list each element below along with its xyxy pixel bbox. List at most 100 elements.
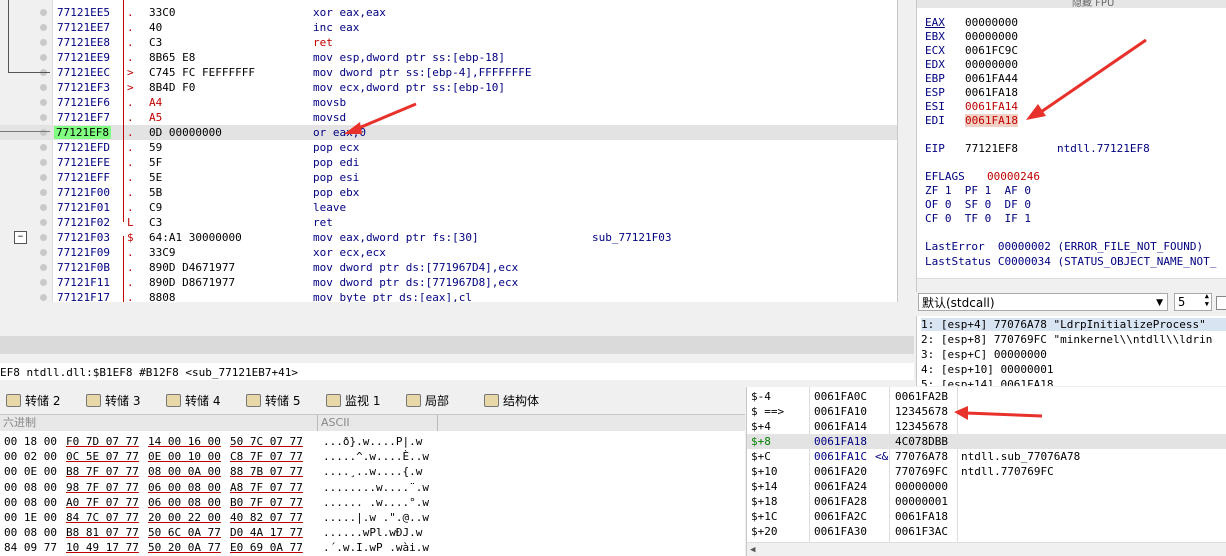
hex-cell[interactable]: B0 7F 07 77	[230, 496, 303, 509]
hex-cell[interactable]: F0 7D 07 77	[66, 435, 139, 448]
stack-hscrollbar[interactable]: ◀	[747, 542, 1226, 556]
breakpoint-dot-icon[interactable]	[40, 99, 47, 106]
hex-cell[interactable]: 88 7B 07 77	[230, 465, 303, 478]
instruction-text[interactable]: movsb	[313, 96, 346, 109]
stack-value[interactable]: 770769FC	[895, 465, 948, 478]
instruction-text[interactable]: pop esi	[313, 171, 359, 184]
stack-address[interactable]: 0061FA2C	[814, 510, 867, 523]
instruction-bytes[interactable]: 33C9	[149, 246, 176, 259]
tab-dump-7[interactable]: 结构体	[484, 391, 539, 411]
breakpoint-dot-icon[interactable]	[40, 144, 47, 151]
stack-address[interactable]: 0061FA18	[814, 435, 867, 448]
stack-address[interactable]: 0061FA20	[814, 465, 867, 478]
dump-row[interactable]: 00 0E 00 B8 7F 07 77 08 00 0A 00 88 7B 07 7…	[0, 464, 745, 479]
stack-value[interactable]: 4C078DBB	[895, 435, 948, 448]
argument-row[interactable]: 2: [esp+8] 770769FC "minkernel\\ntdll\\l…	[921, 333, 1212, 346]
instruction-address[interactable]: 77121EFD	[57, 141, 110, 154]
hex-cell[interactable]: 40 82 07 77	[230, 511, 303, 524]
instruction-address[interactable]: 77121F0B	[57, 261, 110, 274]
stack-value[interactable]: 0061F3AC	[895, 525, 948, 538]
flags-row[interactable]: ZF 1 PF 1 AF 0	[925, 184, 1031, 197]
calling-convention-select[interactable]: 默认(stdcall) ▼	[918, 293, 1168, 311]
instruction-text[interactable]: mov dword ptr ds:[771967D4],ecx	[313, 261, 518, 274]
lock-checkbox[interactable]	[1216, 296, 1226, 310]
instruction-bytes[interactable]: C3	[149, 216, 162, 229]
hex-cell[interactable]: 06 00 08 00	[148, 496, 221, 509]
registers-header[interactable]: 隐藏 FPU	[917, 0, 1226, 9]
instruction-bytes[interactable]: 0D 00000000	[149, 126, 222, 139]
instruction-bytes[interactable]: 8B4D F0	[149, 81, 195, 94]
eflags-value[interactable]: 00000246	[987, 170, 1040, 183]
disasm-row[interactable]: 77121F01. C9 leave	[0, 200, 897, 215]
instruction-text[interactable]: movsd	[313, 111, 346, 124]
instruction-bytes[interactable]: 890D D8671977	[149, 276, 235, 289]
ascii-cell[interactable]: ...... .w....°.w	[323, 496, 429, 509]
breakpoint-dot-icon[interactable]	[40, 234, 47, 241]
hex-cell[interactable]: B8 81 07 77	[66, 526, 139, 539]
stack-row[interactable]: $+1C 0061FA2C 0061FA18	[747, 509, 1226, 524]
instruction-address[interactable]: 77121EFE	[57, 156, 110, 169]
breakpoint-dot-icon[interactable]	[40, 24, 47, 31]
stack-pane[interactable]: $-4 0061FA0C 0061FA2B $ ==> 0061FA10 12345678…	[746, 387, 1226, 556]
instruction-bytes[interactable]: C745 FC FEFFFFFF	[149, 66, 255, 79]
dump-row[interactable]: 00 08 00 B8 81 07 77 50 6C 0A 77 D0 4A 17 7…	[0, 525, 745, 540]
instruction-address[interactable]: 77121EFF	[57, 171, 110, 184]
instruction-text[interactable]: mov eax,dword ptr fs:[30]	[313, 231, 479, 244]
breakpoint-dot-icon[interactable]	[40, 159, 47, 166]
ascii-cell[interactable]: ........w....¨.w	[323, 481, 429, 494]
instruction-text[interactable]: mov byte ptr ds:[eax],cl	[313, 291, 472, 302]
register-value[interactable]: 00000000	[965, 30, 1018, 43]
instruction-bytes[interactable]: 33C0	[149, 6, 176, 19]
ascii-cell[interactable]: .....^.w....È..w	[323, 450, 429, 463]
arg-count-stepper[interactable]: 5 ▲ ▼	[1174, 292, 1212, 311]
memory-dump-pane[interactable]: 六进制 ASCII 00 18 00 F0 7D 07 77 14 00 16 00…	[0, 415, 745, 556]
dump-row[interactable]: 00 08 00 A0 7F 07 77 06 00 08 00 B0 7F 07 7…	[0, 495, 745, 510]
stack-value[interactable]: 0061FA2B	[895, 390, 948, 403]
breakpoint-dot-icon[interactable]	[40, 114, 47, 121]
tab-dump-2[interactable]: 转储 3	[86, 391, 140, 411]
argument-row[interactable]: 4: [esp+10] 00000001	[921, 363, 1053, 376]
register-value[interactable]: 00000000	[965, 16, 1018, 29]
stack-value[interactable]: 12345678	[895, 420, 948, 433]
hex-cell[interactable]: 06 00 08 00	[148, 481, 221, 494]
hex-cell[interactable]: B8 7F 07 77	[66, 465, 139, 478]
stack-comment[interactable]: ntdll.sub_77076A78	[961, 450, 1080, 463]
eip-value[interactable]: 77121EF8	[965, 142, 1018, 155]
breakpoint-dot-icon[interactable]	[40, 279, 47, 286]
instruction-address[interactable]: 77121EE9	[57, 51, 110, 64]
stack-comment[interactable]: ntdll.770769FC	[961, 465, 1054, 478]
disasm-row[interactable]: 77121F11. 890D D8671977 mov dword ptr ds:[…	[0, 275, 897, 290]
instruction-bytes[interactable]: A5	[149, 111, 162, 124]
instruction-address[interactable]: 77121EF8	[54, 126, 111, 139]
ascii-cell[interactable]: .....|.w .".@..w	[323, 511, 429, 524]
instruction-text[interactable]: inc eax	[313, 21, 359, 34]
stack-address[interactable]: 0061FA1C	[814, 450, 867, 463]
hex-cell[interactable]: 84 7C 07 77	[66, 511, 139, 524]
instruction-text[interactable]: pop ebx	[313, 186, 359, 199]
stack-address[interactable]: 0061FA0C	[814, 390, 867, 403]
instruction-text[interactable]: mov ecx,dword ptr ss:[ebp-10]	[313, 81, 505, 94]
stack-row[interactable]: $+18 0061FA28 00000001	[747, 494, 1226, 509]
instruction-address[interactable]: 77121EF6	[57, 96, 110, 109]
breakpoint-dot-icon[interactable]	[40, 264, 47, 271]
instruction-address[interactable]: 77121F01	[57, 201, 110, 214]
stack-value[interactable]: 00000000	[895, 480, 948, 493]
instruction-bytes[interactable]: A4	[149, 96, 162, 109]
stack-row[interactable]: $+14 0061FA24 00000000	[747, 479, 1226, 494]
tab-dump-4[interactable]: 转储 5	[246, 391, 300, 411]
command-bar[interactable]	[0, 318, 914, 336]
disasm-row[interactable]: 77121F17. 8808 mov byte ptr ds:[eax],cl	[0, 290, 897, 302]
disasm-row[interactable]: 77121EF3 >8B4D F0 mov ecx,dword ptr ss:[eb…	[0, 80, 897, 95]
disasm-row[interactable]: 77121EFD. 59 pop ecx	[0, 140, 897, 155]
hex-cell[interactable]: 20 00 22 00	[148, 511, 221, 524]
hex-cell[interactable]: 50 6C 0A 77	[148, 526, 221, 539]
instruction-text[interactable]: or eax,0	[313, 126, 366, 139]
ascii-cell[interactable]: ...ð}.w....P|.w	[323, 435, 422, 448]
tab-dump-6[interactable]: 局部	[406, 391, 449, 411]
instruction-text[interactable]: ret	[313, 216, 333, 229]
instruction-bytes[interactable]: 5B	[149, 186, 162, 199]
disasm-row[interactable]: 77121EE9. 8B65 E8 mov esp,dword ptr ss:[eb…	[0, 50, 897, 65]
register-value[interactable]: 0061FA18	[965, 86, 1018, 99]
dump-row[interactable]: 00 02 00 0C 5E 07 77 0E 00 10 00 C8 7F 07 7…	[0, 449, 745, 464]
tab-dump-5[interactable]: 监视 1	[326, 391, 380, 411]
